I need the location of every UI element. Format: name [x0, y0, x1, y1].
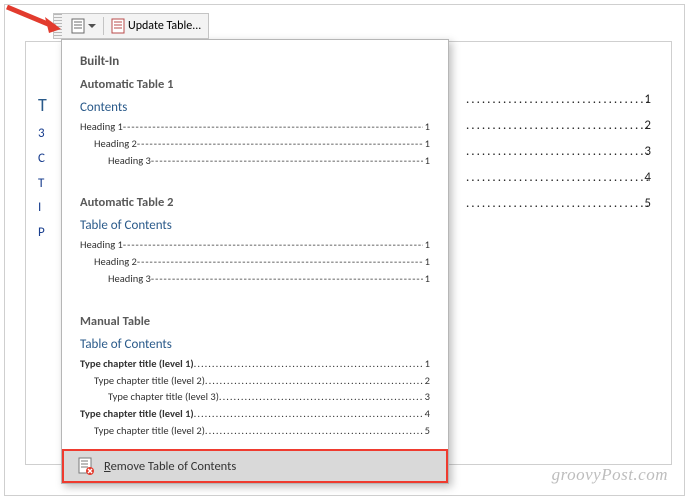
gallery-header: Built-In	[80, 54, 430, 69]
doc-toc-line: ........................................…	[466, 92, 651, 107]
doc-toc-line: ........................................…	[466, 170, 651, 185]
chevron-down-icon	[88, 24, 96, 28]
toc-entry: Type chapter title (level 1)............…	[80, 406, 430, 423]
toc-entry: Type chapter title (level 2)............…	[80, 373, 430, 390]
doc-left-edge-text: T 3 C T I P	[38, 88, 47, 246]
doc-text-partial: 3	[38, 122, 47, 147]
toc-entry: Heading 3-------------------------------…	[80, 271, 430, 288]
gallery-item-title: Automatic Table 2	[80, 195, 430, 210]
toc-entry: Heading 1-------------------------------…	[80, 119, 430, 136]
toc-entry: Heading 2-------------------------------…	[80, 136, 430, 153]
update-icon	[111, 18, 125, 34]
remove-toc-icon	[78, 457, 94, 475]
toc-gallery-dropdown: Built-In Automatic Table 1 Contents Head…	[61, 39, 449, 484]
callout-arrow	[5, 5, 75, 45]
toc-entry: Heading 1-------------------------------…	[80, 237, 430, 254]
gallery-item-automatic-table-1[interactable]: Automatic Table 1 Contents Heading 1----…	[80, 77, 430, 169]
watermark: groovyPost.com	[552, 465, 668, 485]
toc-entry: Heading 3-------------------------------…	[80, 153, 430, 170]
gallery-item-manual-table[interactable]: Manual Table Table of Contents Type chap…	[80, 314, 430, 440]
remove-toc-button[interactable]: Remove Table of Contents	[62, 449, 448, 483]
gallery-item-automatic-table-2[interactable]: Automatic Table 2 Table of Contents Head…	[80, 195, 430, 287]
gallery-item-title: Automatic Table 1	[80, 77, 430, 92]
toc-entry: Type chapter title (level 1)............…	[80, 356, 430, 373]
toc-preview-heading: Table of Contents	[80, 218, 430, 233]
toc-entry: Heading 2-------------------------------…	[80, 254, 430, 271]
toc-entry: Type chapter title (level 3)............…	[80, 389, 430, 406]
toc-preview-heading: Contents	[80, 100, 430, 115]
doc-text-partial: I	[38, 196, 47, 221]
doc-text-partial: C	[38, 147, 47, 172]
toc-entry: Type chapter title (level 2)............…	[80, 423, 430, 440]
remove-toc-label: Remove Table of Contents	[104, 459, 236, 474]
doc-text-partial: P	[38, 221, 47, 246]
gallery-item-title: Manual Table	[80, 314, 430, 329]
toc-mini-toolbar: Update Table...	[53, 13, 209, 39]
doc-toc-line: ........................................…	[466, 144, 651, 159]
update-table-button[interactable]: Update Table...	[104, 14, 208, 38]
doc-toc-line: ........................................…	[466, 196, 651, 211]
toc-preview-heading: Table of Contents	[80, 337, 430, 352]
update-table-label: Update Table...	[128, 19, 201, 33]
doc-heading-partial: T	[38, 88, 47, 122]
doc-toc-line: ........................................…	[466, 118, 651, 133]
doc-text-partial: T	[38, 172, 47, 197]
